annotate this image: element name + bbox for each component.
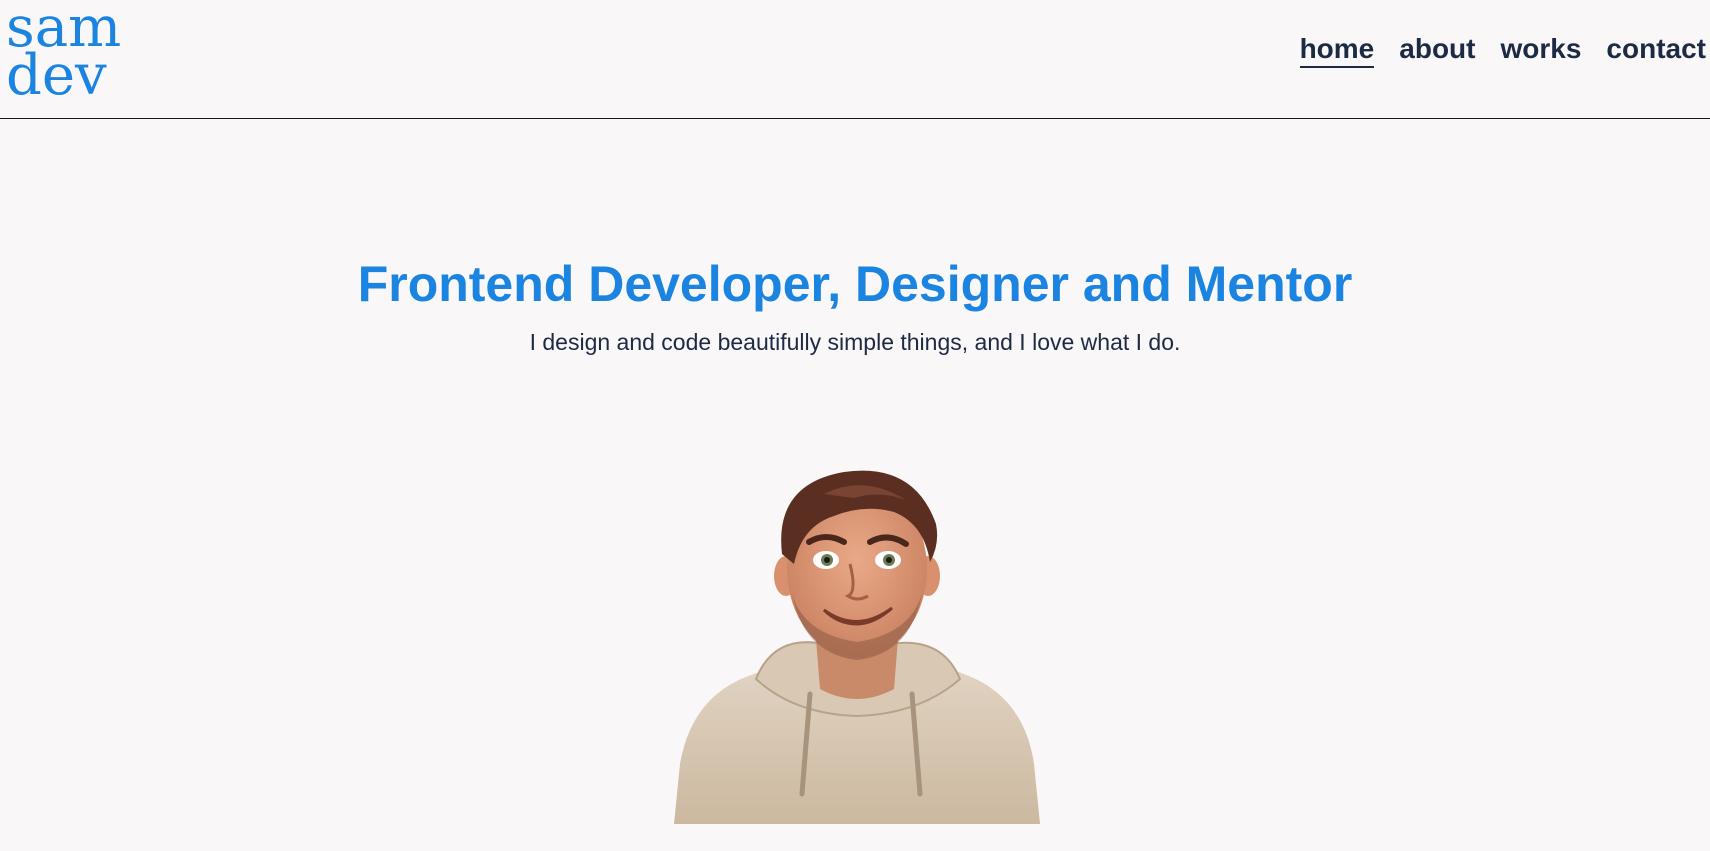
site-header: sam dev home about works contact xyxy=(0,0,1710,119)
nav-item-works[interactable]: works xyxy=(1500,32,1581,68)
logo-line-dev: dev xyxy=(6,43,107,108)
hero-subtitle: I design and code beautifully simple thi… xyxy=(529,329,1181,355)
site-logo[interactable]: sam dev xyxy=(6,0,121,108)
nav-item-contact[interactable]: contact xyxy=(1606,32,1706,68)
main-nav: home about works contact xyxy=(1299,32,1706,68)
hero-title: Frontend Developer, Designer and Mentor xyxy=(357,256,1353,312)
cartoon-developer-avatar xyxy=(674,470,1040,824)
nav-item-about[interactable]: about xyxy=(1399,32,1475,68)
nav-item-home[interactable]: home xyxy=(1299,32,1375,68)
